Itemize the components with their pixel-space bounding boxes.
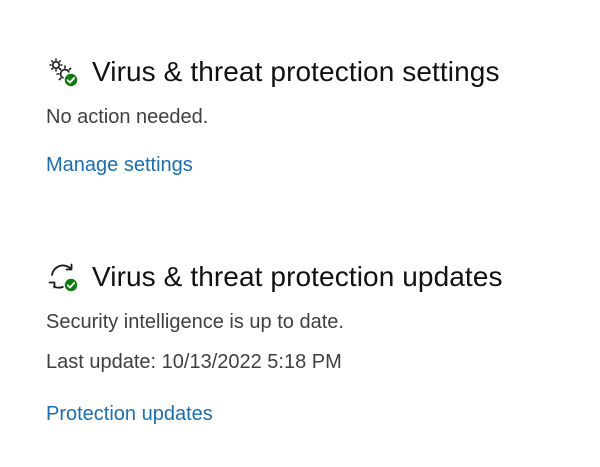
settings-header: Virus & threat protection settings [46, 50, 586, 94]
last-update-text: Last update: 10/13/2022 5:18 PM [46, 351, 342, 373]
updates-header: Virus & threat protection updates [46, 255, 586, 299]
settings-status-text: No action needed. [46, 106, 209, 128]
gear-with-check-icon [46, 55, 80, 89]
settings-section: Virus & threat protection settings No ac… [46, 50, 586, 178]
updates-status-text: Security intelligence is up to date. [46, 311, 344, 333]
manage-settings-link[interactable]: Manage settings [46, 152, 193, 178]
protection-updates-link[interactable]: Protection updates [46, 401, 213, 427]
refresh-with-check-icon [46, 260, 80, 294]
settings-title: Virus & threat protection settings [92, 56, 500, 87]
updates-title: Virus & threat protection updates [92, 261, 503, 292]
updates-section: Virus & threat protection updates Securi… [46, 255, 586, 427]
